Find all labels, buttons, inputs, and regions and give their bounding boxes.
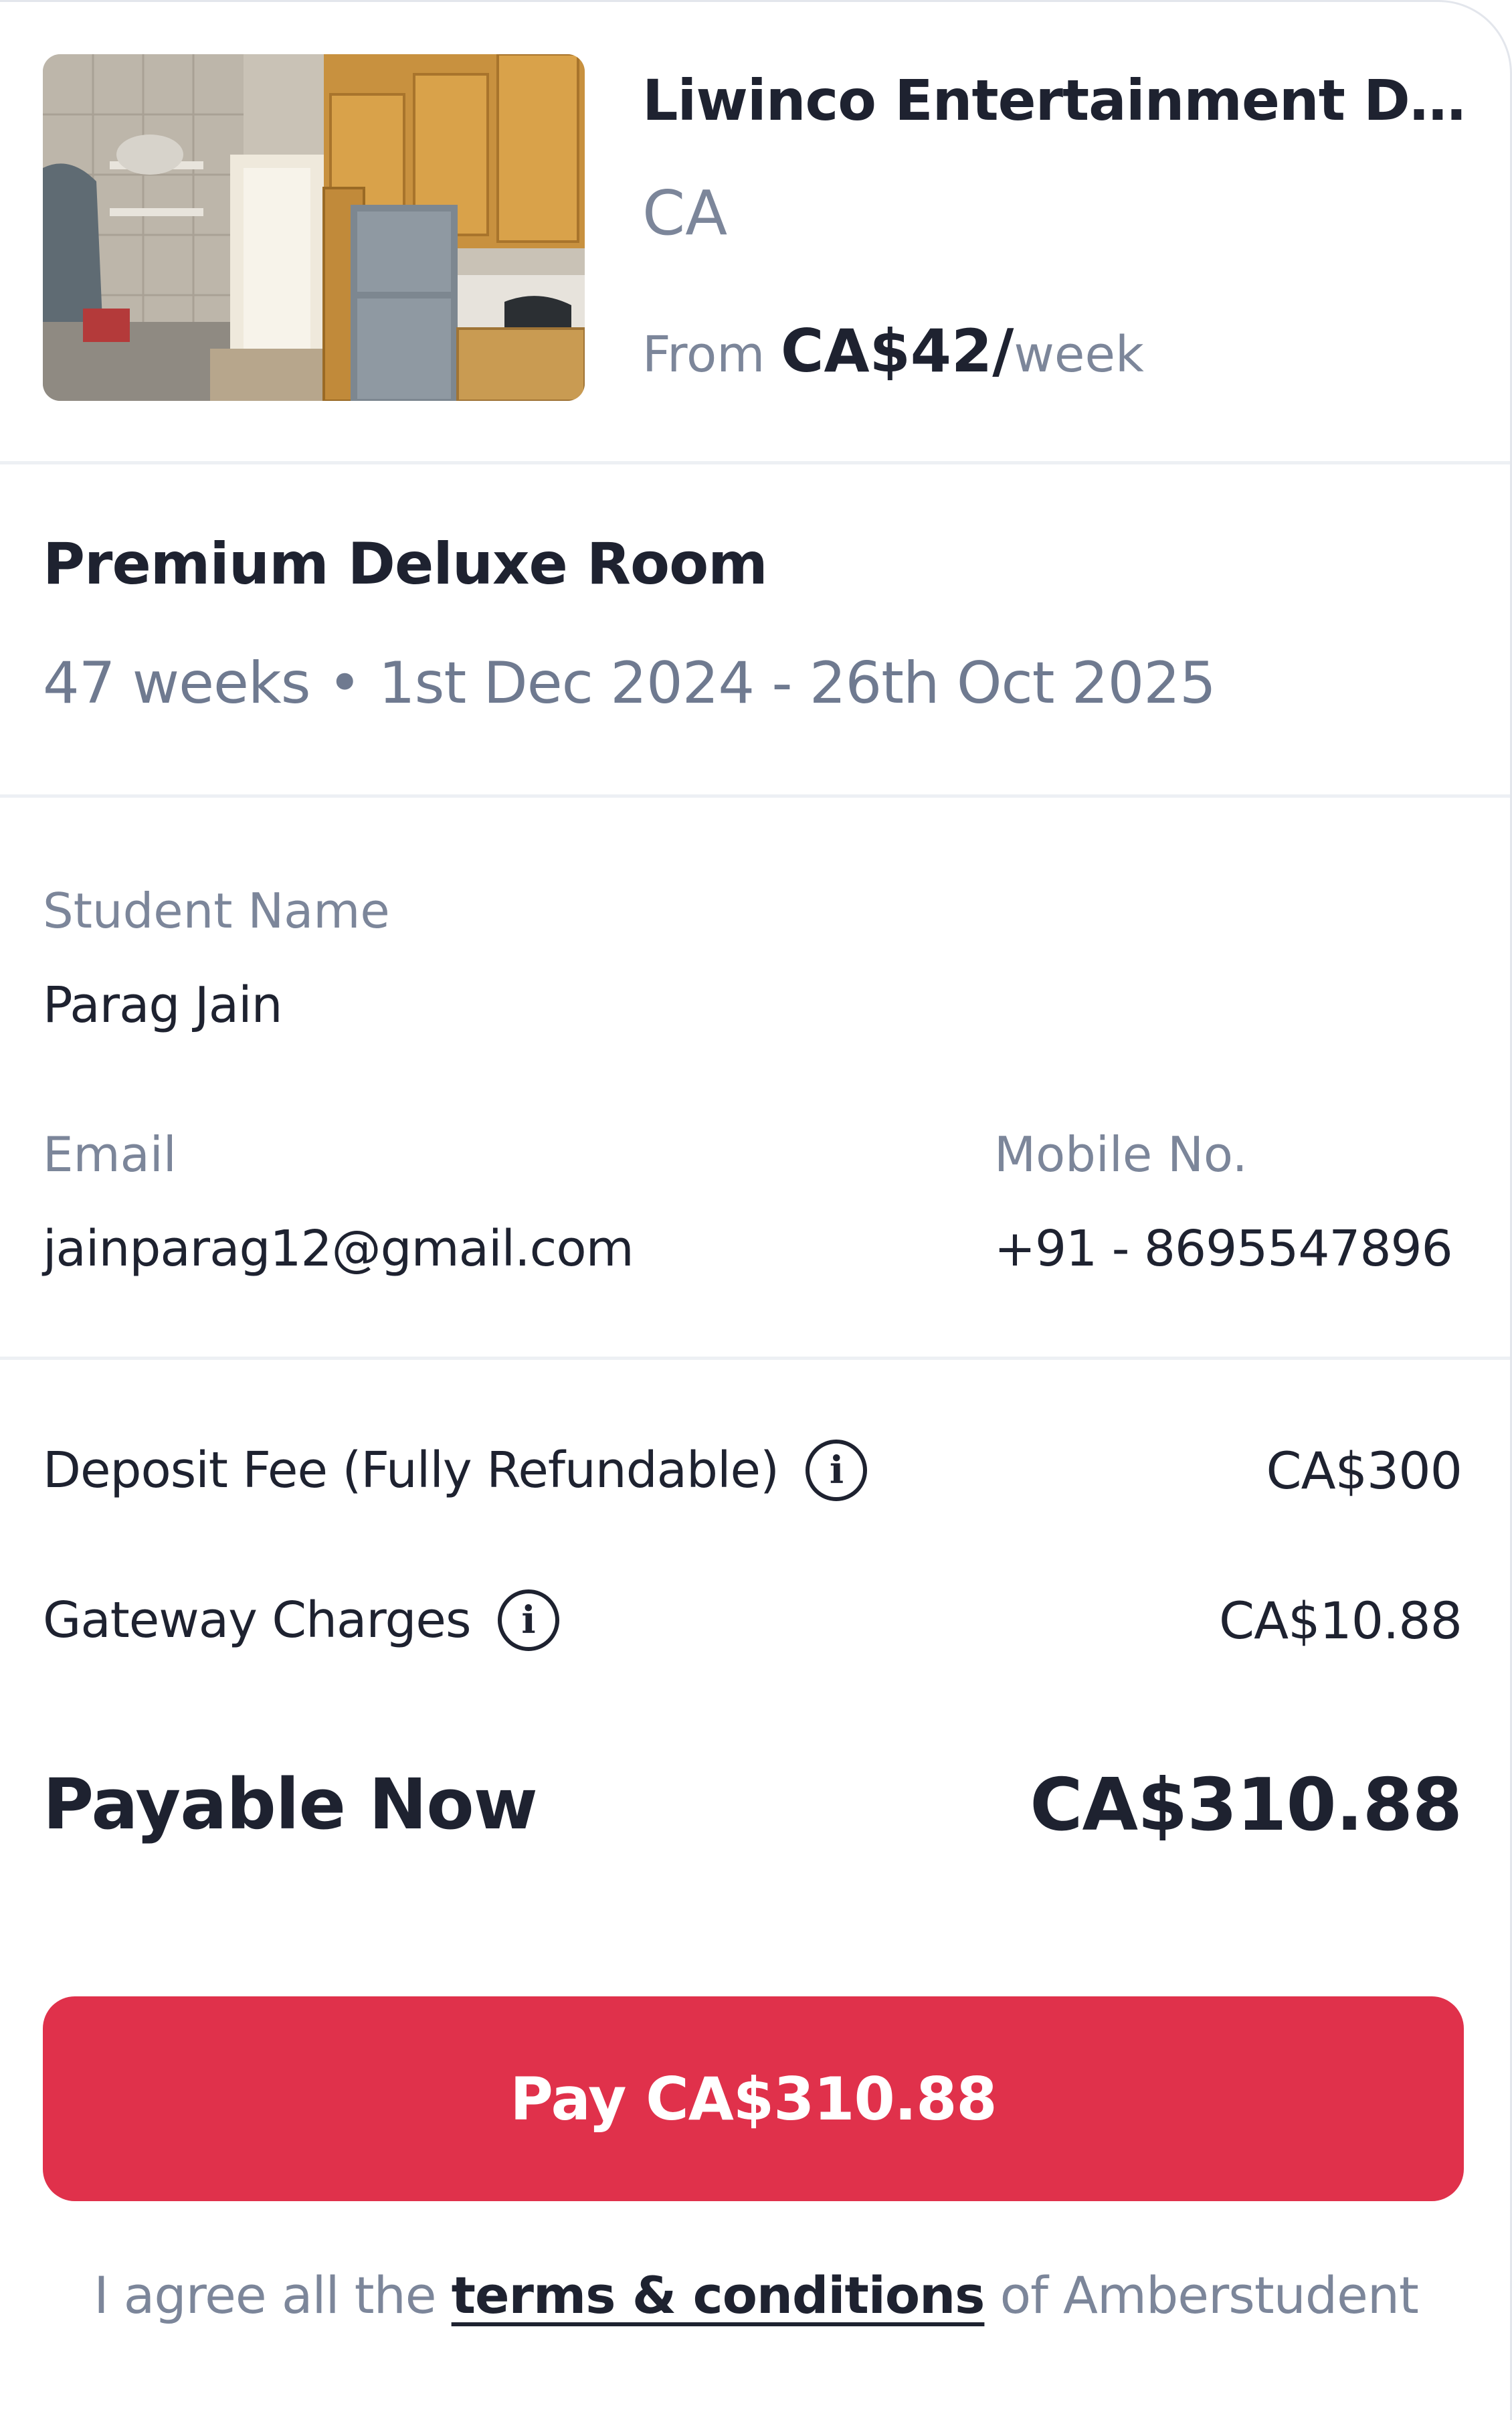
property-thumbnail[interactable] (43, 54, 585, 401)
mobile-label: Mobile No. (994, 1126, 1248, 1183)
student-name-label: Student Name (43, 883, 390, 939)
price-slash: / (992, 317, 1014, 385)
property-name[interactable]: Liwinco Entertainment Di... (642, 68, 1472, 133)
gateway-info-icon[interactable]: i (497, 1589, 559, 1651)
property-country: CA (642, 177, 728, 249)
room-title: Premium Deluxe Room (43, 531, 768, 598)
gateway-charges-value: CA$10.88 (1219, 1591, 1462, 1650)
divider (0, 1357, 1510, 1360)
booking-summary-card: Liwinco Entertainment Di... CA From CA$4… (0, 0, 1512, 2420)
mobile-value: +91 - 8695547896 (994, 1220, 1453, 1278)
terms-agreement: I agree all the terms & conditions of Am… (0, 2265, 1510, 2325)
deposit-info-icon[interactable]: i (805, 1440, 867, 1501)
gateway-charges-row: Gateway Charges i (43, 1589, 559, 1651)
price-unit: week (1014, 326, 1144, 383)
divider (0, 794, 1510, 798)
payable-now-value: CA$310.88 (1030, 1763, 1462, 1847)
terms-link[interactable]: terms & conditions (452, 2265, 985, 2325)
email-label: Email (43, 1126, 177, 1183)
deposit-fee-value: CA$300 (1266, 1441, 1462, 1500)
room-duration: 47 weeks • 1st Dec 2024 - 26th Oct 2025 (43, 650, 1216, 717)
property-price: From CA$42/week (642, 317, 1144, 385)
deposit-fee-row: Deposit Fee (Fully Refundable) i (43, 1440, 867, 1501)
price-amount: CA$42 (780, 317, 993, 385)
kitchen-photo-icon (43, 54, 585, 401)
student-name-value: Parag Jain (43, 976, 283, 1034)
gateway-charges-label: Gateway Charges (43, 1591, 472, 1649)
deposit-fee-label: Deposit Fee (Fully Refundable) (43, 1442, 779, 1499)
price-prefix: From (642, 326, 781, 383)
terms-suffix: of Amberstudent (984, 2265, 1419, 2325)
divider (0, 461, 1510, 464)
pay-button[interactable]: Pay CA$310.88 (43, 1996, 1464, 2201)
payable-now-label: Payable Now (43, 1763, 538, 1845)
email-value: jainparag12@gmail.com (43, 1220, 634, 1278)
terms-prefix: I agree all the (94, 2265, 452, 2325)
